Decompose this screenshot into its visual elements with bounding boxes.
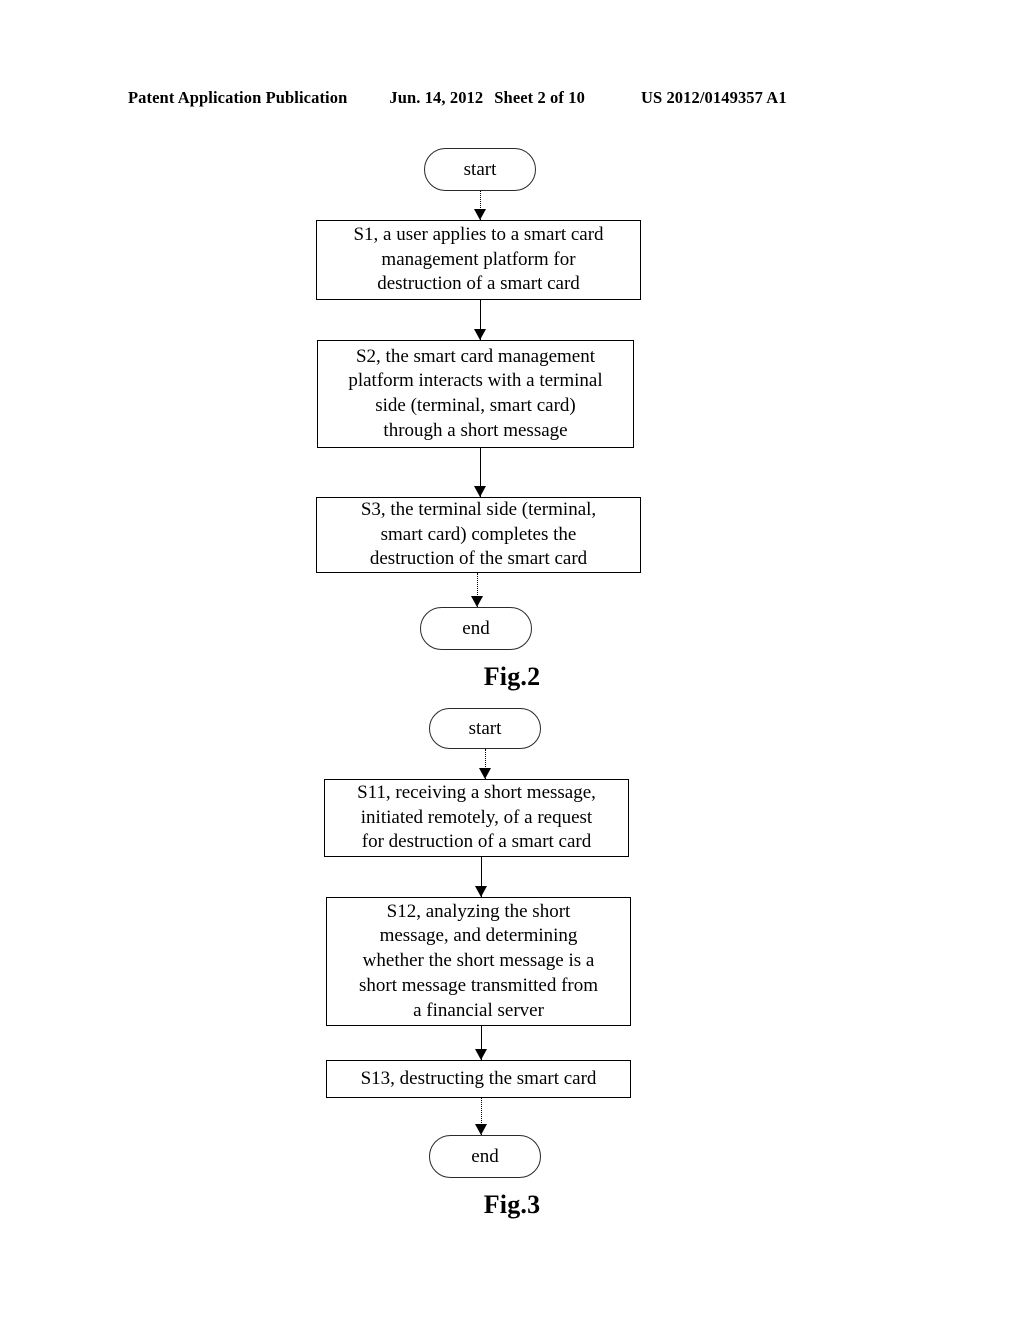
figure-2-caption: Fig.2 — [483, 662, 541, 691]
fig3-s12-line3: whether the short message is a — [362, 950, 595, 972]
fig2-end-label: end — [462, 617, 490, 639]
fig3-s11-line1: S11, receiving a short message, — [357, 781, 596, 803]
figure-3: start S11, receiving a short message, in… — [0, 0, 1024, 1219]
fig3-end-terminator: end — [429, 1135, 541, 1178]
figure-3-caption: Fig.3 — [483, 1190, 541, 1219]
fig3-end-label: end — [471, 1145, 499, 1167]
fig3-step-s11-text: S11, receiving a short message, initiate… — [331, 781, 622, 855]
fig3-s11-line3: for destruction of a smart card — [361, 831, 592, 853]
fig3-step-s12-box: S12, analyzing the short message, and de… — [326, 897, 631, 1026]
arrowhead-icon — [475, 1124, 487, 1135]
arrowhead-icon — [475, 1049, 487, 1060]
fig3-start-terminator: start — [429, 708, 541, 749]
fig3-step-s12-text: S12, analyzing the short message, and de… — [333, 900, 624, 1023]
fig3-step-s11-box: S11, receiving a short message, initiate… — [324, 779, 629, 857]
fig3-step-s13-box: S13, destructing the smart card — [326, 1060, 631, 1098]
fig3-start-label: start — [468, 717, 502, 739]
arrowhead-icon — [475, 886, 487, 897]
fig3-s12-line2: message, and determining — [379, 925, 578, 947]
arrowhead-icon — [479, 768, 491, 779]
fig3-s12-line4: short message transmitted from — [358, 974, 599, 996]
fig3-s12-line5: a financial server — [413, 999, 544, 1021]
fig3-s12-line1: S12, analyzing the short — [386, 900, 571, 922]
fig3-s13-line1: S13, destructing the smart card — [360, 1067, 597, 1089]
fig3-step-s13-text: S13, destructing the smart card — [333, 1067, 624, 1092]
fig3-s11-line2: initiated remotely, of a request — [360, 806, 593, 828]
